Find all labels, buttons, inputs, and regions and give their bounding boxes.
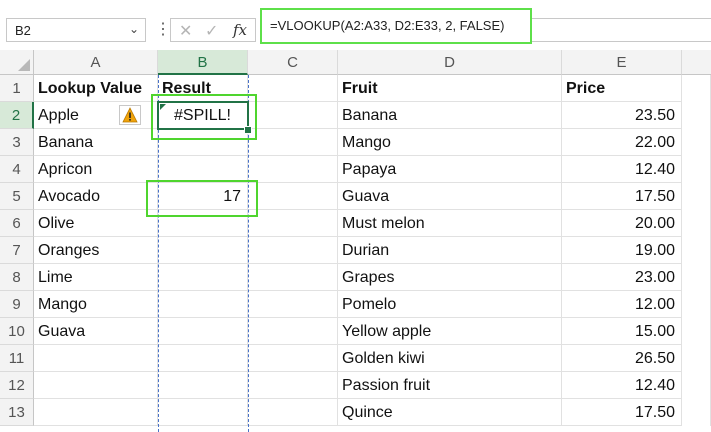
cell-c13[interactable] bbox=[248, 399, 338, 426]
cell-a8[interactable]: Lime bbox=[34, 264, 158, 291]
column-header-a[interactable]: A bbox=[34, 50, 158, 75]
row-header-4[interactable]: 4 bbox=[0, 156, 34, 183]
check-icon[interactable]: ✓ bbox=[205, 21, 218, 41]
row-header-5[interactable]: 5 bbox=[0, 183, 34, 210]
row-header-9[interactable]: 9 bbox=[0, 291, 34, 318]
cell-e8[interactable]: 23.00 bbox=[562, 264, 682, 291]
cell-d6[interactable]: Must melon bbox=[338, 210, 562, 237]
cell-a7[interactable]: Oranges bbox=[34, 237, 158, 264]
cell-c9[interactable] bbox=[248, 291, 338, 318]
row-header-11[interactable]: 11 bbox=[0, 345, 34, 372]
highlight-result-value bbox=[146, 180, 258, 217]
cell-b12[interactable] bbox=[158, 372, 248, 399]
warning-icon[interactable] bbox=[119, 105, 141, 125]
formula-text: =VLOOKUP(A2:A33, D2:E33, 2, FALSE) bbox=[270, 18, 505, 33]
row-header-3[interactable]: 3 bbox=[0, 129, 34, 156]
cell-a5[interactable]: Avocado bbox=[34, 183, 158, 210]
formula-bar-buttons: ✕ ✓ fx bbox=[170, 18, 256, 42]
cell-c10[interactable] bbox=[248, 318, 338, 345]
row-header-1[interactable]: 1 bbox=[0, 75, 34, 102]
cell-d7[interactable]: Durian bbox=[338, 237, 562, 264]
spreadsheet-grid: A B C D E 1 2 3 4 5 6 7 8 9 10 11 12 13 … bbox=[0, 50, 711, 432]
cell-c4[interactable] bbox=[248, 156, 338, 183]
cell-d5[interactable]: Guava bbox=[338, 183, 562, 210]
column-header-d[interactable]: D bbox=[338, 50, 562, 75]
cell-d13[interactable]: Quince bbox=[338, 399, 562, 426]
cell-e4[interactable]: 12.40 bbox=[562, 156, 682, 183]
cell-e1[interactable]: Price bbox=[562, 75, 682, 102]
row-header-2[interactable]: 2 bbox=[0, 102, 34, 129]
cell-e10[interactable]: 15.00 bbox=[562, 318, 682, 345]
fx-icon[interactable]: fx bbox=[233, 21, 247, 39]
highlight-spill-error bbox=[151, 94, 257, 140]
cell-b4[interactable] bbox=[158, 156, 248, 183]
cell-c3[interactable] bbox=[248, 129, 338, 156]
cell-c1[interactable] bbox=[248, 75, 338, 102]
column-header-e[interactable]: E bbox=[562, 50, 682, 75]
row-header-13[interactable]: 13 bbox=[0, 399, 34, 426]
cell-b8[interactable] bbox=[158, 264, 248, 291]
name-box-value: B2 bbox=[15, 23, 31, 38]
cell-a3[interactable]: Banana bbox=[34, 129, 158, 156]
cell-a4[interactable]: Apricon bbox=[34, 156, 158, 183]
cell-e2[interactable]: 23.50 bbox=[562, 102, 682, 129]
cell-a10[interactable]: Guava bbox=[34, 318, 158, 345]
more-options-icon[interactable]: ⋮ bbox=[155, 18, 171, 42]
cell-d10[interactable]: Yellow apple bbox=[338, 318, 562, 345]
cell-c5[interactable] bbox=[248, 183, 338, 210]
cell-e12[interactable]: 12.40 bbox=[562, 372, 682, 399]
cell-a12[interactable] bbox=[34, 372, 158, 399]
cell-d1[interactable]: Fruit bbox=[338, 75, 562, 102]
cell-b9[interactable] bbox=[158, 291, 248, 318]
cell-d3[interactable]: Mango bbox=[338, 129, 562, 156]
cell-e3[interactable]: 22.00 bbox=[562, 129, 682, 156]
cell-c12[interactable] bbox=[248, 372, 338, 399]
cell-a6[interactable]: Olive bbox=[34, 210, 158, 237]
cell-c8[interactable] bbox=[248, 264, 338, 291]
cell-d8[interactable]: Grapes bbox=[338, 264, 562, 291]
cell-b11[interactable] bbox=[158, 345, 248, 372]
formula-bar-extension[interactable] bbox=[532, 18, 711, 42]
column-header-b[interactable]: B bbox=[158, 50, 248, 75]
cell-b7[interactable] bbox=[158, 237, 248, 264]
cell-d4[interactable]: Papaya bbox=[338, 156, 562, 183]
cell-b13[interactable] bbox=[158, 399, 248, 426]
cell-a11[interactable] bbox=[34, 345, 158, 372]
cell-e6[interactable]: 20.00 bbox=[562, 210, 682, 237]
cell-b10[interactable] bbox=[158, 318, 248, 345]
chevron-down-icon[interactable]: ⌄ bbox=[129, 22, 139, 36]
column-header-c[interactable]: C bbox=[248, 50, 338, 75]
row-header-7[interactable]: 7 bbox=[0, 237, 34, 264]
cell-e13[interactable]: 17.50 bbox=[562, 399, 682, 426]
cell-e5[interactable]: 17.50 bbox=[562, 183, 682, 210]
row-header-12[interactable]: 12 bbox=[0, 372, 34, 399]
select-all-button[interactable] bbox=[0, 50, 34, 75]
cell-c2[interactable] bbox=[248, 102, 338, 129]
cell-c11[interactable] bbox=[248, 345, 338, 372]
cell-d12[interactable]: Passion fruit bbox=[338, 372, 562, 399]
cell-e9[interactable]: 12.00 bbox=[562, 291, 682, 318]
cell-e11[interactable]: 26.50 bbox=[562, 345, 682, 372]
cancel-icon[interactable]: ✕ bbox=[179, 21, 192, 41]
cell-f-column[interactable] bbox=[682, 75, 711, 426]
row-header-10[interactable]: 10 bbox=[0, 318, 34, 345]
cell-d9[interactable]: Pomelo bbox=[338, 291, 562, 318]
cell-d11[interactable]: Golden kiwi bbox=[338, 345, 562, 372]
row-header-8[interactable]: 8 bbox=[0, 264, 34, 291]
column-header-f[interactable] bbox=[682, 50, 711, 75]
row-header-6[interactable]: 6 bbox=[0, 210, 34, 237]
cell-d2[interactable]: Banana bbox=[338, 102, 562, 129]
cell-a9[interactable]: Mango bbox=[34, 291, 158, 318]
formula-input[interactable]: =VLOOKUP(A2:A33, D2:E33, 2, FALSE) bbox=[260, 8, 532, 44]
cell-a1[interactable]: Lookup Value bbox=[34, 75, 158, 102]
cell-c7[interactable] bbox=[248, 237, 338, 264]
cell-c6[interactable] bbox=[248, 210, 338, 237]
cell-e7[interactable]: 19.00 bbox=[562, 237, 682, 264]
name-box[interactable]: B2 ⌄ bbox=[6, 18, 146, 42]
cell-a13[interactable] bbox=[34, 399, 158, 426]
